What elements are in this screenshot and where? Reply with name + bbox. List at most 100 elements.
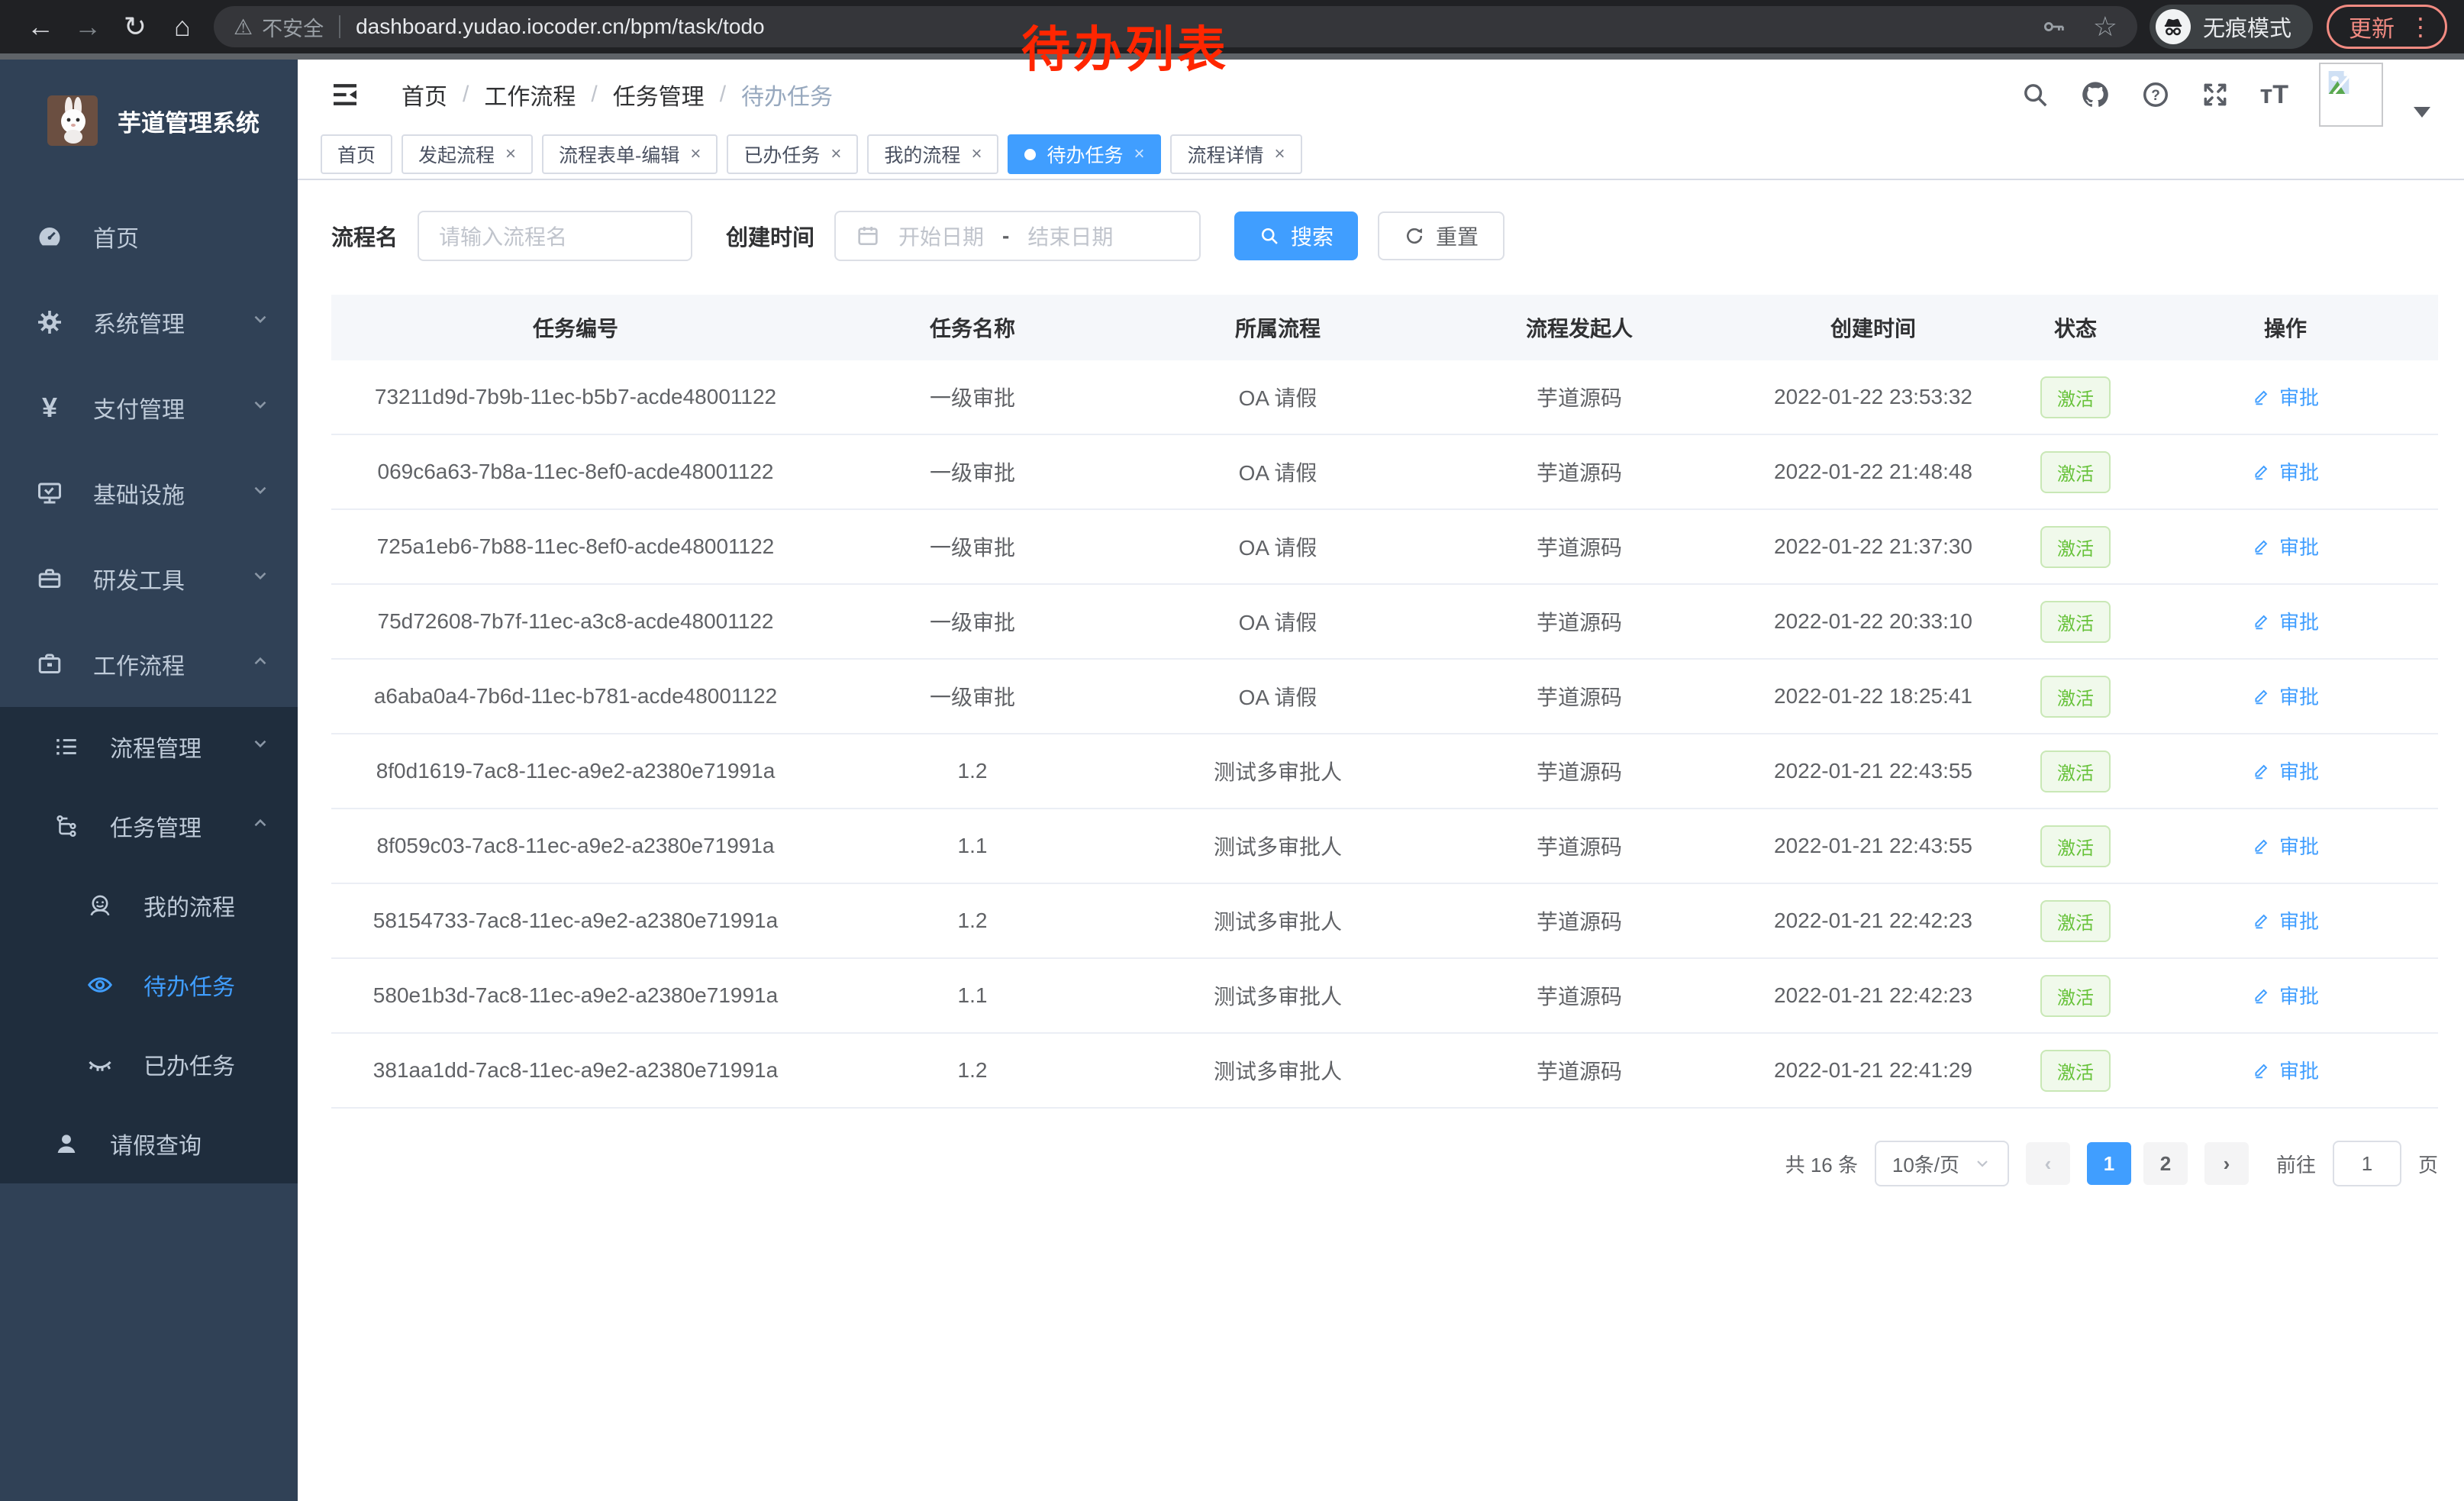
status-badge: 激活 xyxy=(2040,376,2111,418)
sidebar-item-leave-query[interactable]: 请假查询 xyxy=(0,1104,298,1183)
status-badge: 激活 xyxy=(2040,750,2111,792)
avatar-dropdown-caret[interactable] xyxy=(2414,107,2430,118)
sidebar-item-infra[interactable]: 基础设施 xyxy=(0,450,298,536)
update-label[interactable]: 更新 xyxy=(2349,10,2395,44)
sidebar-item-done-tasks[interactable]: 已办任务 xyxy=(0,1025,298,1104)
sidebar-item-task-mgmt[interactable]: 任务管理 xyxy=(0,786,298,866)
cell-create-time: 2022-01-22 18:25:41 xyxy=(1728,684,2018,709)
approve-link[interactable]: 审批 xyxy=(2252,906,2319,934)
page-size-select[interactable]: 10条/页 xyxy=(1875,1141,2009,1186)
view-tab[interactable]: 我的流程 × xyxy=(867,134,998,174)
sidebar-item-process-mgmt[interactable]: 流程管理 xyxy=(0,707,298,786)
password-key-icon[interactable] xyxy=(2041,14,2067,40)
refresh-icon xyxy=(1404,225,1425,247)
approve-link[interactable]: 审批 xyxy=(2252,757,2319,785)
sidebar-item-system[interactable]: 系统管理 xyxy=(0,279,298,365)
process-name-input[interactable]: 请输入流程名 xyxy=(418,211,692,261)
help-icon[interactable]: ? xyxy=(2141,80,2170,109)
breadcrumb-task-mgmt[interactable]: 任务管理 xyxy=(613,78,705,111)
approve-link[interactable]: 审批 xyxy=(2252,1056,2319,1084)
github-icon[interactable] xyxy=(2080,79,2111,110)
avatar[interactable] xyxy=(2319,63,2383,127)
tab-close-icon[interactable]: × xyxy=(690,144,701,165)
incognito-badge: 无痕模式 xyxy=(2150,5,2313,49)
date-range-input[interactable]: 开始日期 - 结束日期 xyxy=(834,211,1201,261)
view-tab[interactable]: 首页 × xyxy=(321,134,392,174)
cell-task-name: 1.2 xyxy=(820,1058,1125,1083)
sidebar-item-my-process[interactable]: 我的流程 xyxy=(0,866,298,945)
sidebar-item-label: 待办任务 xyxy=(144,968,270,1002)
font-size-icon[interactable]: тT xyxy=(2260,80,2288,110)
browser-update-button[interactable]: 更新 ⋮ xyxy=(2327,5,2447,49)
status-badge: 激活 xyxy=(2040,975,2111,1017)
tab-close-icon[interactable]: × xyxy=(971,144,982,165)
view-tab[interactable]: 流程详情 × xyxy=(1170,134,1301,174)
page-number-button[interactable]: 1 xyxy=(2087,1142,2131,1185)
col-starter: 流程发起人 xyxy=(1430,312,1728,343)
table-row: 580e1b3d-7ac8-11ec-a9e2-a2380e71991a 1.1… xyxy=(331,959,2438,1034)
fullscreen-icon[interactable] xyxy=(2201,80,2230,109)
incognito-icon xyxy=(2156,9,2191,44)
page-content: 流程名 请输入流程名 创建时间 开始日期 - 结束日期 搜索 xyxy=(298,180,2464,1501)
cell-task-name: 1.2 xyxy=(820,909,1125,933)
sidebar-item-home[interactable]: 首页 xyxy=(0,194,298,279)
app-logo-row[interactable]: 芋道管理系统 xyxy=(0,60,298,182)
status-badge: 激活 xyxy=(2040,451,2111,493)
reload-icon[interactable]: ↻ xyxy=(111,6,159,47)
next-page-button[interactable]: › xyxy=(2204,1142,2249,1185)
tab-label: 流程详情 xyxy=(1187,140,1263,168)
approve-link[interactable]: 审批 xyxy=(2252,607,2319,635)
sidebar-item-payment[interactable]: ¥ 支付管理 xyxy=(0,365,298,450)
approve-link[interactable]: 审批 xyxy=(2252,831,2319,860)
breadcrumb-home[interactable]: 首页 xyxy=(402,78,447,111)
sidebar-item-todo-tasks[interactable]: 待办任务 xyxy=(0,945,298,1025)
sidebar-item-devtools[interactable]: 研发工具 xyxy=(0,536,298,621)
cell-create-time: 2022-01-21 22:41:29 xyxy=(1728,1058,2018,1083)
approve-link-label: 审批 xyxy=(2279,607,2319,635)
edit-icon xyxy=(2252,835,2272,855)
main-area: 首页 / 工作流程 / 任务管理 / 待办任务 ? xyxy=(298,60,2464,1501)
approve-link[interactable]: 审批 xyxy=(2252,383,2319,411)
cell-starter: 芋道源码 xyxy=(1430,831,1728,861)
col-task-id: 任务编号 xyxy=(331,312,820,343)
approve-link-label: 审批 xyxy=(2279,532,2319,560)
sidebar-item-workflow[interactable]: 工作流程 xyxy=(0,621,298,707)
view-tab[interactable]: 流程表单-编辑 × xyxy=(542,134,718,174)
approve-link[interactable]: 审批 xyxy=(2252,532,2319,560)
tab-close-icon[interactable]: × xyxy=(505,144,516,165)
security-warning-icon[interactable]: ⚠ xyxy=(234,15,253,40)
tab-label: 首页 xyxy=(337,140,376,168)
cell-task-name: 一级审批 xyxy=(820,606,1125,637)
forward-icon[interactable]: → xyxy=(64,6,111,47)
annotation-text: 待办列表 xyxy=(1021,11,1229,81)
edit-icon xyxy=(2252,536,2272,556)
search-button[interactable]: 搜索 xyxy=(1234,211,1358,260)
search-icon[interactable] xyxy=(2021,80,2050,109)
breadcrumb-separator: / xyxy=(463,82,469,108)
chevron-up-icon xyxy=(250,651,270,677)
home-icon[interactable]: ⌂ xyxy=(159,6,206,47)
cell-starter: 芋道源码 xyxy=(1430,457,1728,487)
sidebar-item-label: 系统管理 xyxy=(93,305,250,339)
view-tab[interactable]: 发起流程 × xyxy=(402,134,533,174)
approve-link[interactable]: 审批 xyxy=(2252,981,2319,1009)
approve-link[interactable]: 审批 xyxy=(2252,457,2319,486)
tab-close-icon[interactable]: × xyxy=(1275,144,1285,165)
bookmark-star-icon[interactable]: ☆ xyxy=(2093,11,2117,43)
hamburger-collapse-icon[interactable] xyxy=(330,79,360,110)
tab-close-icon[interactable]: × xyxy=(830,144,841,165)
view-tab[interactable]: 待办任务 × xyxy=(1008,134,1161,174)
page-unit-label: 页 xyxy=(2418,1150,2438,1178)
breadcrumb-workflow[interactable]: 工作流程 xyxy=(484,78,576,111)
page-number-button[interactable]: 2 xyxy=(2143,1142,2188,1185)
browser-menu-icon[interactable]: ⋮ xyxy=(2408,12,2433,41)
back-icon[interactable]: ← xyxy=(17,6,64,47)
goto-page-input[interactable]: 1 xyxy=(2333,1141,2401,1186)
view-tab[interactable]: 已办任务 × xyxy=(727,134,858,174)
reset-button[interactable]: 重置 xyxy=(1378,211,1505,260)
tab-close-icon[interactable]: × xyxy=(1134,144,1144,165)
table-body: 73211d9d-7b9b-11ec-b5b7-acde48001122 一级审… xyxy=(331,360,2438,1109)
approve-link[interactable]: 审批 xyxy=(2252,682,2319,710)
prev-page-button[interactable]: ‹ xyxy=(2026,1142,2070,1185)
edit-icon xyxy=(2252,611,2272,631)
